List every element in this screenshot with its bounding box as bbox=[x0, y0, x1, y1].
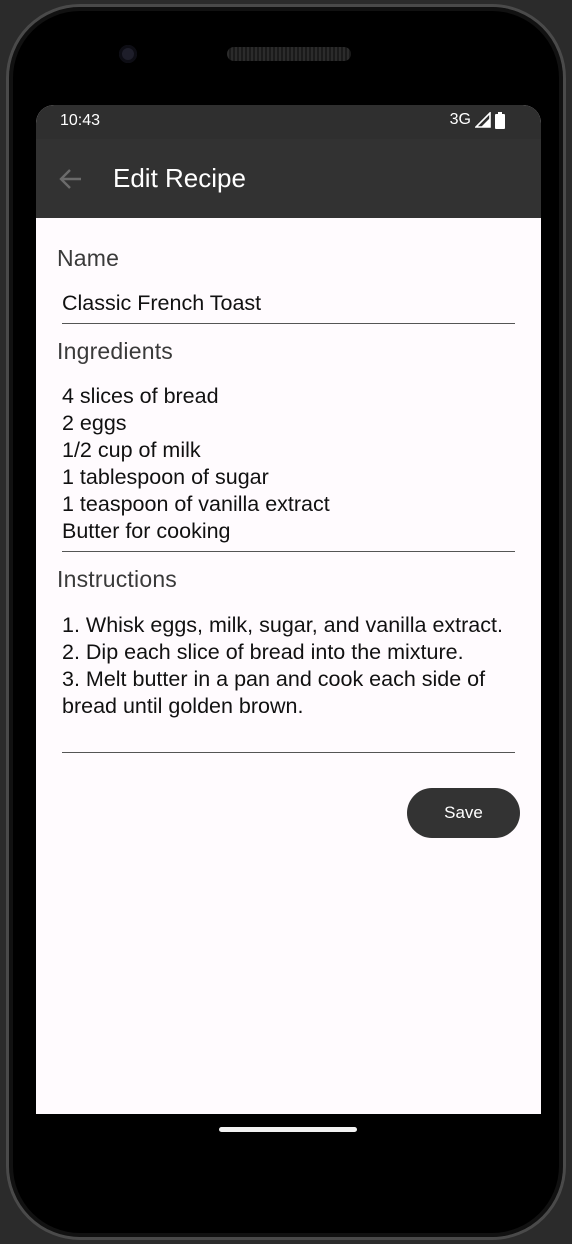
home-indicator[interactable] bbox=[219, 1127, 357, 1132]
screen: 10:43 3G Edit Recipe Name Classic French… bbox=[36, 105, 541, 1114]
signal-icon bbox=[475, 112, 491, 128]
network-type: 3G bbox=[449, 111, 471, 128]
arrow-back-icon[interactable] bbox=[58, 166, 84, 192]
status-indicators: 3G bbox=[450, 111, 505, 129]
save-button[interactable]: Save bbox=[407, 788, 520, 838]
phone-frame: 10:43 3G Edit Recipe Name Classic French… bbox=[6, 4, 566, 1240]
ingredients-field[interactable]: 4 slices of bread 2 eggs 1/2 cup of milk… bbox=[62, 383, 515, 552]
name-field[interactable]: Classic French Toast bbox=[62, 290, 515, 324]
app-bar: Edit Recipe bbox=[36, 139, 541, 218]
status-time: 10:43 bbox=[60, 112, 101, 129]
ingredients-label: Ingredients bbox=[57, 338, 173, 364]
battery-icon bbox=[495, 111, 505, 129]
name-label: Name bbox=[57, 245, 120, 271]
earpiece-speaker bbox=[227, 47, 351, 61]
page-title: Edit Recipe bbox=[113, 163, 246, 193]
instructions-label: Instructions bbox=[57, 566, 178, 592]
instructions-field[interactable]: 1. Whisk eggs, milk, sugar, and vanilla … bbox=[62, 612, 515, 753]
status-bar: 10:43 3G bbox=[36, 105, 541, 139]
front-camera bbox=[119, 45, 137, 63]
